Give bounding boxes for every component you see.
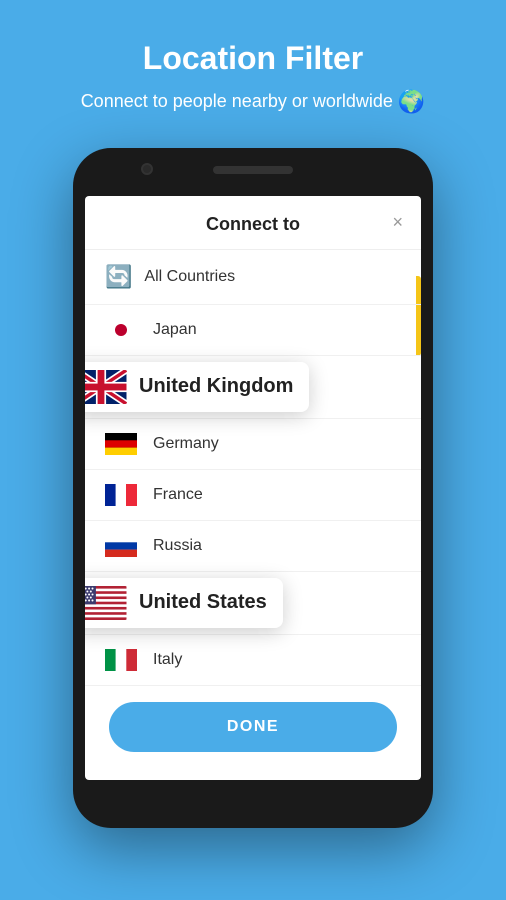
highlight-card-uk: United Kingdom xyxy=(85,362,309,412)
list-item-uk[interactable]: United Kingdom xyxy=(85,356,421,419)
country-name: Russia xyxy=(153,537,202,555)
uk-country-name: United Kingdom xyxy=(139,375,293,398)
done-button[interactable]: DONE xyxy=(109,702,397,752)
country-name: France xyxy=(153,486,203,504)
close-button[interactable]: × xyxy=(392,213,403,231)
list-item-us[interactable]: United States xyxy=(85,572,421,635)
flag-japan xyxy=(105,319,137,341)
list-item[interactable]: Italy xyxy=(85,635,421,686)
country-list: 🔄 All Countries Japan xyxy=(85,250,421,686)
list-item[interactable]: Japan xyxy=(85,305,421,356)
flag-russia xyxy=(105,535,137,557)
country-name: Germany xyxy=(153,435,219,453)
phone-speaker xyxy=(213,166,293,174)
page-title: Location Filter xyxy=(81,40,426,77)
done-button-wrapper: DONE xyxy=(85,686,421,772)
page-subtitle: Connect to people nearby or worldwide 🌍 xyxy=(81,87,426,118)
us-country-name: United States xyxy=(139,591,267,614)
phone-mockup: Connect to × 🔄 All Countries Japan xyxy=(73,148,433,828)
phone-camera xyxy=(141,163,153,175)
flag-france xyxy=(105,484,137,506)
country-name: All Countries xyxy=(144,268,235,286)
modal-header: Connect to × xyxy=(85,196,421,250)
flag-germany xyxy=(105,433,137,455)
phone-screen: Connect to × 🔄 All Countries Japan xyxy=(85,196,421,780)
header-section: Location Filter Connect to people nearby… xyxy=(51,0,456,138)
highlight-card-us: United States xyxy=(85,578,283,628)
globe-icon: 🔄 xyxy=(105,264,132,290)
list-item[interactable]: 🔄 All Countries xyxy=(85,250,421,305)
flag-italy xyxy=(105,649,137,671)
list-item[interactable]: France xyxy=(85,470,421,521)
list-item[interactable]: Germany xyxy=(85,419,421,470)
country-name: Japan xyxy=(153,321,197,339)
list-item[interactable]: Russia xyxy=(85,521,421,572)
flag-uk xyxy=(85,370,127,404)
country-name: Italy xyxy=(153,651,182,669)
globe-icon: 🌍 xyxy=(398,87,425,118)
flag-us xyxy=(85,586,127,620)
modal-title: Connect to xyxy=(206,214,300,235)
